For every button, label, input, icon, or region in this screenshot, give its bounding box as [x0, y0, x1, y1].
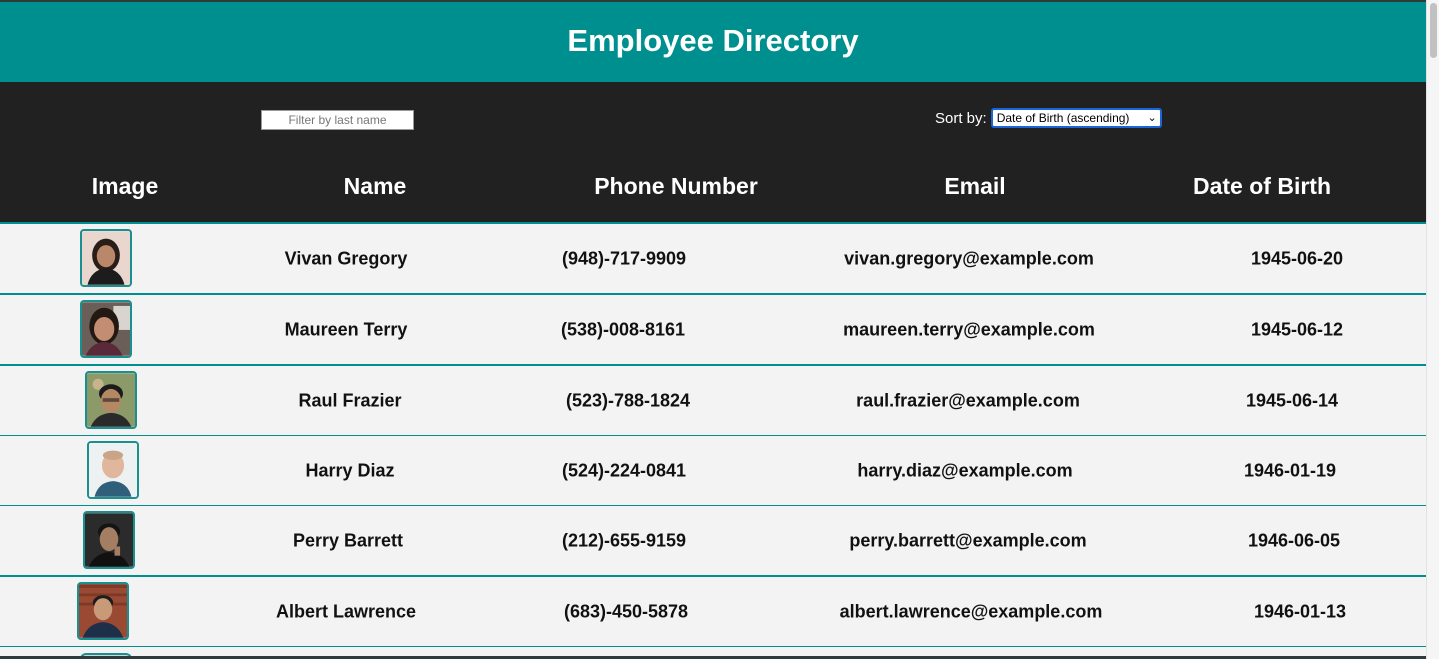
employee-email: albert.lawrence@example.com: [839, 601, 1103, 621]
table-row: Harry Diaz (524)-224-0841 harry.diaz@exa…: [0, 436, 1426, 507]
page-title: Employee Directory: [567, 23, 859, 58]
employee-phone: (523)-788-1824: [565, 390, 691, 410]
employee-avatar: [83, 511, 135, 569]
employee-dob: 1946-01-19: [1243, 460, 1337, 480]
table-row: Vivan Gregory (948)-717-9909 vivan.grego…: [0, 224, 1426, 295]
column-header-email[interactable]: Email: [944, 173, 1005, 200]
chevron-down-icon: ⌄: [1147, 112, 1157, 124]
employee-phone: (948)-717-9909: [561, 248, 687, 268]
employee-dob: 1946-06-05: [1247, 530, 1341, 550]
filter-last-name-input[interactable]: [261, 110, 414, 130]
table-row: Albert Lawrence (683)-450-5878 albert.la…: [0, 577, 1426, 648]
column-header-dob[interactable]: Date of Birth: [1193, 173, 1331, 200]
employee-name: Maureen Terry: [284, 319, 408, 339]
employee-phone: (524)-224-0841: [561, 460, 687, 480]
employee-name: Harry Diaz: [305, 460, 395, 480]
employee-phone: (683)-450-5878: [563, 601, 689, 621]
employee-email: perry.barrett@example.com: [849, 530, 1087, 550]
employee-email: raul.frazier@example.com: [856, 390, 1080, 410]
table-row: Perry Barrett (212)-655-9159 perry.barre…: [0, 506, 1426, 577]
column-header-name[interactable]: Name: [344, 173, 407, 200]
employee-avatar: [85, 371, 137, 429]
employee-email: maureen.terry@example.com: [843, 319, 1095, 339]
table-row: Raul Frazier (523)-788-1824 raul.frazier…: [0, 366, 1426, 437]
controls-bar: Sort by: Date of Birth (ascending) ⌄ Ima…: [0, 82, 1426, 224]
employee-email: harry.diaz@example.com: [857, 460, 1073, 480]
employee-name: Vivan Gregory: [284, 248, 408, 268]
table-row: Maureen Terry (538)-008-8161 maureen.ter…: [0, 295, 1426, 366]
sort-label: Sort by:: [935, 109, 987, 127]
employee-dob: 1945-06-14: [1245, 390, 1339, 410]
employee-dob: 1946-01-13: [1253, 601, 1347, 621]
page-header: Employee Directory: [0, 0, 1426, 82]
employee-phone: (212)-655-9159: [561, 530, 687, 550]
vertical-scrollbar[interactable]: [1426, 0, 1439, 659]
employee-phone: (538)-008-8161: [560, 319, 686, 339]
column-header-image[interactable]: Image: [92, 173, 158, 200]
scrollbar-thumb[interactable]: [1430, 3, 1437, 58]
employee-name: Raul Frazier: [298, 390, 402, 410]
employee-avatar: [87, 441, 139, 499]
sort-selected-value: Date of Birth (ascending): [996, 111, 1130, 125]
employee-dob: 1945-06-20: [1250, 248, 1344, 268]
employee-avatar: [80, 229, 132, 287]
employee-dob: 1945-06-12: [1250, 319, 1344, 339]
employee-name: Albert Lawrence: [275, 601, 417, 621]
employee-email: vivan.gregory@example.com: [844, 248, 1094, 268]
employee-avatar: [77, 582, 129, 640]
employee-name: Perry Barrett: [292, 530, 404, 550]
column-header-phone[interactable]: Phone Number: [594, 173, 758, 200]
sort-control: Sort by: Date of Birth (ascending) ⌄: [935, 108, 1162, 128]
employee-avatar: [80, 300, 132, 358]
page: Employee Directory Sort by: Date of Birt…: [0, 0, 1439, 659]
sort-select[interactable]: Date of Birth (ascending) ⌄: [990, 108, 1162, 128]
